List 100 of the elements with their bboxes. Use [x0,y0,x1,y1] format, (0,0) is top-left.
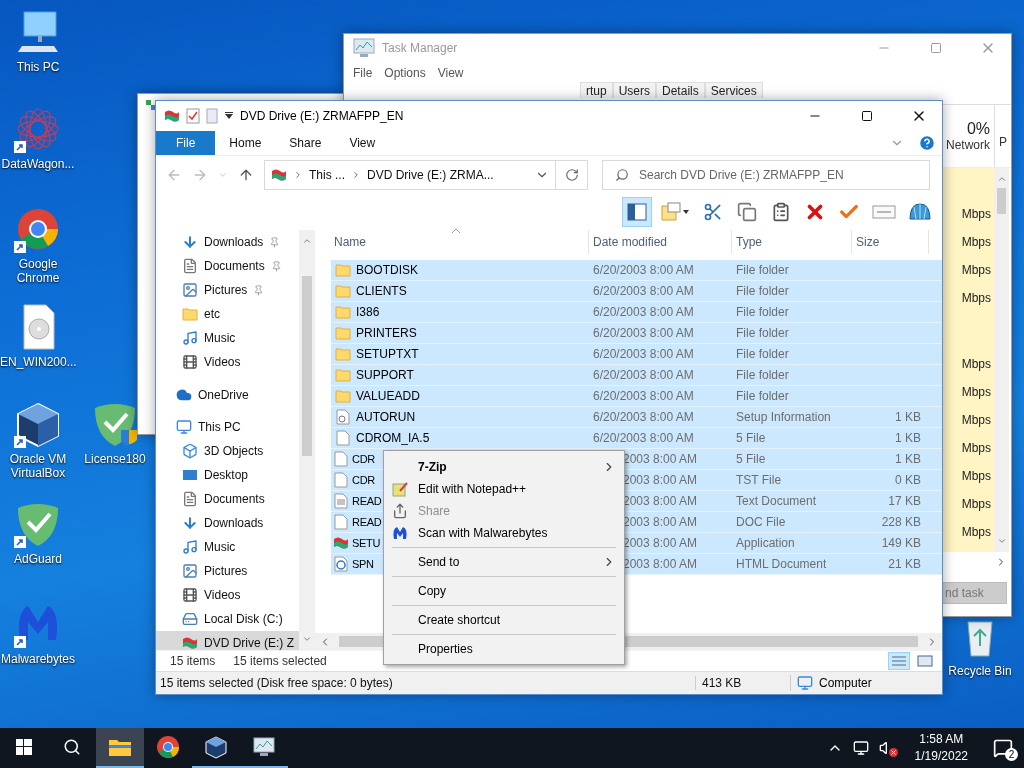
column-header[interactable]: Date modified [589,230,732,254]
document-icon [182,258,198,274]
nav-item[interactable]: Downloads [156,511,299,535]
taskbar-app[interactable] [96,728,144,768]
table-cell-text: File folder [735,368,790,382]
menu-item[interactable]: Send to [384,551,624,573]
column-header[interactable]: Size [852,230,929,254]
desktop-icon-label[interactable]: Malwarebytes [1,652,75,666]
nav-item[interactable]: Videos [156,350,299,374]
scrollbar[interactable] [994,168,1009,552]
scrollbar-thumb[interactable] [997,188,1006,214]
table-cell-text: 0 KB [894,473,922,487]
nav-item[interactable]: Music [156,326,299,350]
tab[interactable]: Services [704,82,763,98]
table-cell-text: 2003 8:00 AM [622,473,699,487]
nav-item[interactable]: Pictures [156,559,299,583]
ribbon-tab[interactable]: File [156,131,216,155]
column-header[interactable]: P [995,105,1007,167]
ribbon-tab[interactable]: Share [275,131,336,155]
view-button[interactable] [914,652,936,670]
selection-count: 15 items selected [233,654,327,668]
toolbar-button[interactable] [622,197,652,227]
table-cell-text: 6/20/2003 8:00 AM [592,284,695,298]
chevron-icon [293,170,303,180]
flag-icon [271,167,287,183]
menu-item[interactable]: View [432,66,469,80]
table-cell-text: 21 KB [887,557,922,571]
desktop-icon-label[interactable]: Oracle VM VirtualBox [0,452,76,480]
address-bar[interactable]: This ... DVD Drive (E:) ZRMA... [264,160,556,190]
status-text: 15 items selected (Disk free space: 0 bytes) [159,676,394,690]
file-icon [333,451,349,467]
nav-item[interactable]: Documents [156,487,299,511]
table-cell-text: 1 KB [894,431,922,445]
desktop-icon-label[interactable]: This PC [16,60,60,74]
menu-item[interactable]: File [348,66,378,80]
back-icon[interactable] [166,167,182,183]
file-row[interactable]: CDROM_IA.5 6/20/2003 8:00 AM 5 File 1 KB [331,428,942,449]
view-button[interactable] [888,652,910,670]
scrollbar-thumb[interactable] [301,276,312,456]
menu-item[interactable]: Properties [384,638,624,660]
caret-icon[interactable] [224,111,234,121]
menu-item[interactable]: Copy [384,580,624,602]
properties-icon[interactable] [186,108,200,124]
tab[interactable]: Users [612,82,657,98]
table-cell-text: 6/20/2003 8:00 AM [592,305,695,319]
file-row[interactable]: PRINTERS 6/20/2003 8:00 AM File folder [331,323,942,344]
desktop-icon-label[interactable]: EN_WIN200... [0,355,76,369]
up-icon[interactable] [238,167,254,183]
nav-item[interactable]: Desktop [156,463,299,487]
menu-item[interactable]: Options [379,66,431,80]
desktop-icon-label[interactable]: DataWagon... [1,157,75,171]
column-header[interactable]: Name [331,230,589,254]
table-cell-text: Mbps [960,524,992,541]
file-name: PRINTERS [356,326,417,340]
file-row[interactable]: SUPPORT 6/20/2003 8:00 AM File folder [331,365,942,386]
tab[interactable]: Details [656,82,705,98]
picture-icon [182,563,198,579]
scrollbar[interactable] [299,230,314,650]
desktop-icon-label[interactable]: License180 [84,452,146,466]
clock[interactable]: 1:58 AM 1/19/2022 [904,731,978,765]
film-icon [182,587,198,603]
nav-item[interactable]: Local Disk (C:) [156,607,299,631]
desktop-icon-label[interactable]: Google Chrome [0,257,76,285]
ribbon-tab[interactable]: View [335,131,390,155]
tab[interactable]: rtup [580,82,613,98]
file-icon [335,430,351,446]
nav-item[interactable]: This PC [156,415,299,439]
copy-icon [737,202,757,222]
forward-icon[interactable] [192,167,208,183]
file-row[interactable]: AUTORUN 6/20/2003 8:00 AM Setup Information 1 KB [331,407,942,428]
file-name: CDR [352,453,375,465]
network-icon[interactable] [852,740,869,756]
column-header[interactable]: Type [732,230,852,254]
notifications-button[interactable]: 2 [988,733,1018,763]
table-cell-text: File folder [735,326,790,340]
file-row[interactable]: SETUPTXT 6/20/2003 8:00 AM File folder [331,344,942,365]
file-name: CDROM_IA.5 [356,431,430,445]
nav-item[interactable]: DVD Drive (E:) Z [156,631,299,650]
refresh-button[interactable] [556,160,588,190]
nav-item[interactable]: 3D Objects [156,439,299,463]
nav-item[interactable]: Documents [156,254,299,278]
table-cell-text: File folder [735,284,790,298]
nav-item[interactable]: Pictures [156,278,299,302]
nav-item[interactable]: Videos [156,583,299,607]
scroll-up-icon [301,236,312,246]
search-field[interactable]: Search DVD Drive (E:) ZRMAFPP_EN [602,160,930,190]
nav-item[interactable]: Downloads [156,230,299,254]
file-row[interactable]: I386 6/20/2003 8:00 AM File folder [331,302,942,323]
file-row[interactable]: BOOTDISK 6/20/2003 8:00 AM File folder [331,260,942,281]
help-icon[interactable] [918,134,936,152]
nav-item[interactable]: Music [156,535,299,559]
file-row[interactable]: VALUEADD 6/20/2003 8:00 AM File folder [331,386,942,407]
nav-item[interactable]: OneDrive [156,383,299,407]
volume-icon[interactable] [878,740,895,756]
ribbon-tab[interactable]: Home [215,131,276,155]
desktop-icon-label[interactable]: Recycle Bin [948,664,1012,678]
desktop-icon-label[interactable]: AdGuard [14,552,62,566]
nav-item[interactable]: etc [156,302,299,326]
menu-item[interactable]: Create shortcut [384,609,624,631]
file-row[interactable]: CLIENTS 6/20/2003 8:00 AM File folder [331,281,942,302]
